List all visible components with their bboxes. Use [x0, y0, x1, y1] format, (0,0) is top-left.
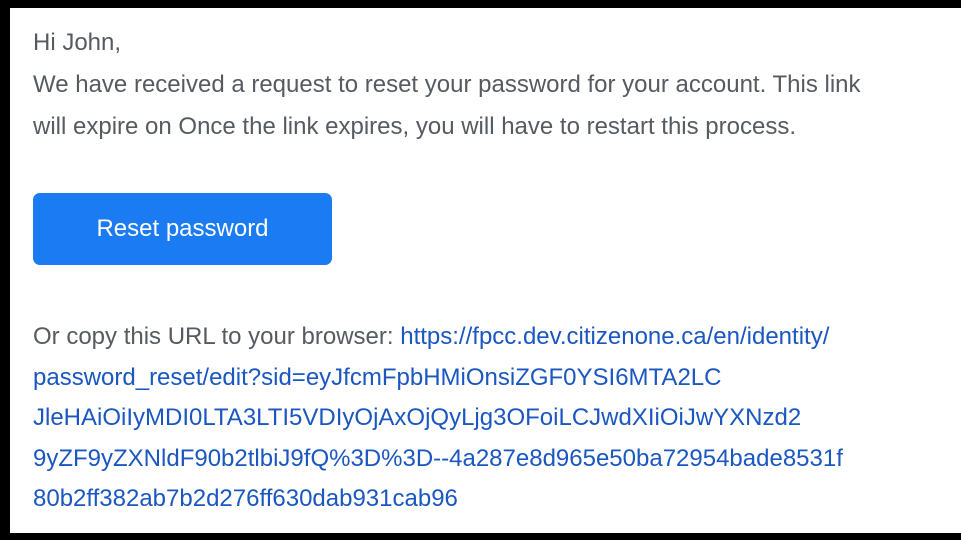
- reset-url-link-part-1[interactable]: https://fpcc.dev.citizenone.ca/en/identi…: [400, 323, 829, 350]
- reset-password-button[interactable]: Reset password: [33, 193, 332, 265]
- message-line-2: will expire on Once the link expires, yo…: [33, 113, 796, 140]
- message-line-1: We have received a request to reset your…: [33, 71, 861, 98]
- url-line-1-wrapper: Or copy this URL to your browser: https:…: [33, 317, 961, 358]
- reset-url-link-part-4[interactable]: 9yZF9yZXNldF90b2tlbiJ9fQ%3D%3D--4a287e8d…: [33, 439, 961, 480]
- copy-url-prefix: Or copy this URL to your browser:: [33, 323, 401, 350]
- reset-url-link-part-3[interactable]: JleHAiOiIyMDI0LTA3LTI5VDIyOjAxOjQyLjg3OF…: [33, 398, 961, 439]
- copy-url-section: Or copy this URL to your browser: https:…: [33, 317, 961, 520]
- greeting-text: Hi John,: [33, 29, 122, 56]
- email-message: Hi John, We have received a request to r…: [33, 22, 961, 148]
- email-screenshot-frame: Hi John, We have received a request to r…: [0, 0, 961, 540]
- reset-url-link-part-5[interactable]: 80b2ff382ab7b2d276ff630dab931cab96: [33, 479, 961, 520]
- reset-url-link-part-2[interactable]: password_reset/edit?sid=eyJfcmFpbHMiOnsi…: [33, 358, 961, 399]
